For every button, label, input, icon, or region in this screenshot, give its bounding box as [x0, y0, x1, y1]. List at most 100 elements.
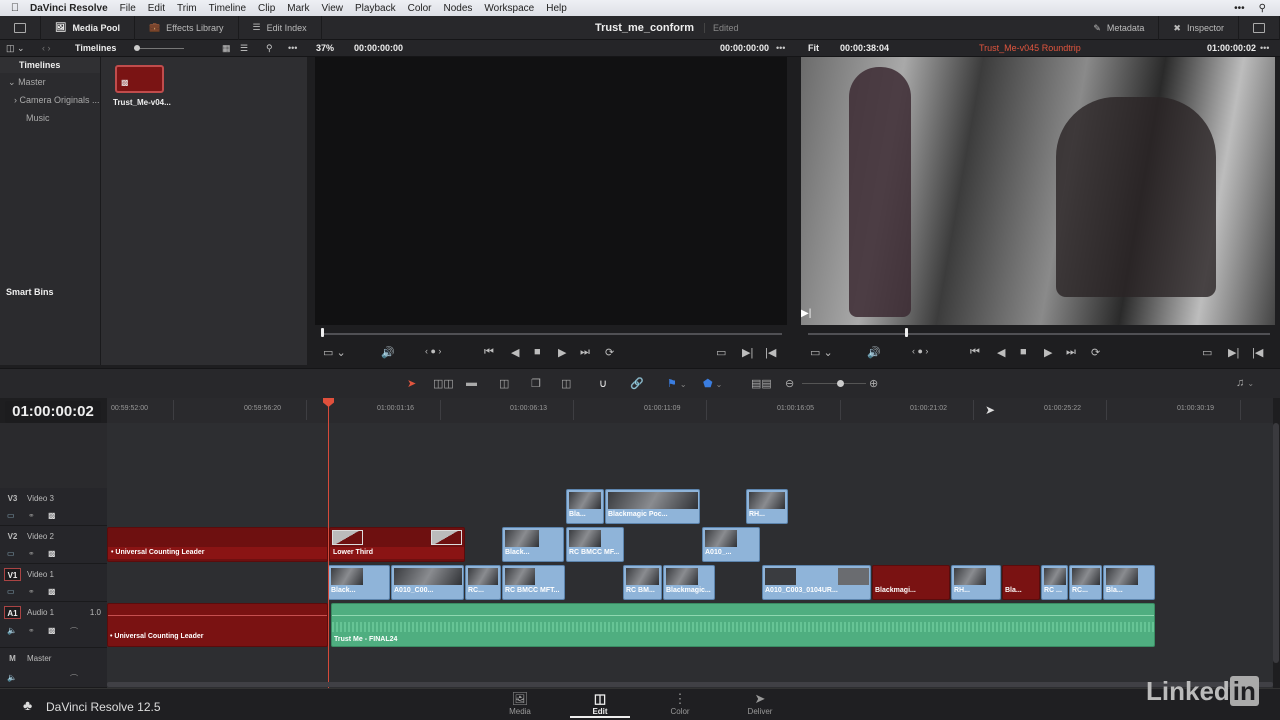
- timeline-clip[interactable]: Blackmagi...: [872, 565, 950, 600]
- search-icon[interactable]: ⚲: [266, 43, 273, 54]
- speaker-icon[interactable]: 🔈: [7, 673, 17, 682]
- track-enable-icon[interactable]: ▭: [7, 511, 15, 520]
- marker-icon[interactable]: ⬟ ⌄: [703, 377, 722, 390]
- lock-icon[interactable]: ⚭: [28, 587, 35, 596]
- more-icon[interactable]: •••: [288, 43, 297, 53]
- trim-tool-icon[interactable]: ◫◫: [433, 377, 454, 390]
- source-zoom[interactable]: 37%: [316, 43, 334, 53]
- track-header-a1[interactable]: A1 Audio 1 1.0 🔈 ⚭ ▩ ⌒: [0, 602, 107, 648]
- timeline-clip[interactable]: RC ...: [1041, 565, 1068, 600]
- page-media[interactable]: 🖼 Media: [490, 691, 550, 716]
- menu-edit[interactable]: Edit: [148, 3, 165, 14]
- menu-clip[interactable]: Clip: [258, 3, 275, 14]
- timeline-clip[interactable]: Bla...: [566, 489, 604, 524]
- grid-view-icon[interactable]: ▦: [222, 43, 231, 54]
- menu-trim[interactable]: Trim: [177, 3, 197, 14]
- timeline-zoom-handle[interactable]: [837, 380, 844, 387]
- skip-forward-icon[interactable]: ⏭: [1066, 346, 1076, 359]
- menu-view[interactable]: View: [322, 3, 344, 14]
- timeline-clip[interactable]: Lower Third: [329, 527, 465, 562]
- mark-out-icon[interactable]: |◀: [1252, 346, 1263, 359]
- menu-file[interactable]: File: [120, 3, 136, 14]
- timeline-clip[interactable]: RH...: [951, 565, 1001, 600]
- audio-clip[interactable]: • Universal Counting Leader: [107, 603, 328, 647]
- timeline-viewer[interactable]: ▶|: [801, 57, 1275, 325]
- track-enable-icon[interactable]: ▭: [7, 587, 15, 596]
- timeline-clip[interactable]: • Universal Counting Leader: [107, 527, 328, 562]
- audio-volume-icon[interactable]: 🔊: [867, 346, 881, 359]
- timeline-clip-thumbnail[interactable]: ▩: [115, 65, 164, 93]
- track-header-v1[interactable]: V1 Video 1 ▭ ⚭ ▩: [0, 564, 107, 602]
- loop-icon[interactable]: ⟳: [605, 346, 614, 359]
- match-frame-icon[interactable]: ▭: [716, 346, 726, 359]
- speaker-icon[interactable]: 🔈: [7, 626, 17, 635]
- audio-volume-icon[interactable]: 🔊: [381, 346, 395, 359]
- viewer-mode-icon[interactable]: ▭ ⌄: [323, 346, 346, 359]
- menu-playback[interactable]: Playback: [355, 3, 396, 14]
- spotlight-search-icon[interactable]: ⚲: [1259, 3, 1266, 14]
- track-id[interactable]: V2: [4, 530, 21, 543]
- track-header-master[interactable]: M Master 🔈 ⌒: [0, 648, 107, 688]
- edit-index-button[interactable]: ☰ Edit Index: [239, 15, 322, 40]
- auto-select-icon[interactable]: ▩: [48, 587, 56, 596]
- source-scrub-bar[interactable]: [322, 333, 782, 335]
- mark-in-icon[interactable]: ▶|: [742, 346, 753, 359]
- track-enable-icon[interactable]: ▭: [7, 549, 15, 558]
- timeline-clip[interactable]: Blackmagic Poc...: [605, 489, 700, 524]
- track-id[interactable]: V1: [4, 568, 21, 581]
- more-icon[interactable]: •••: [776, 43, 785, 53]
- mark-out-icon[interactable]: |◀: [765, 346, 776, 359]
- reverse-play-icon[interactable]: ◀: [997, 346, 1005, 359]
- timeline-clip[interactable]: RH...: [746, 489, 788, 524]
- track-id[interactable]: V3: [4, 492, 21, 505]
- lock-icon[interactable]: ⚭: [28, 549, 35, 558]
- playhead-line[interactable]: [328, 398, 329, 688]
- timeline-clip[interactable]: RC BMCC MFT...: [502, 565, 565, 600]
- panel-toggle-button[interactable]: [0, 15, 41, 40]
- auto-select-icon[interactable]: ▩: [48, 549, 56, 558]
- more-icon[interactable]: •••: [1260, 43, 1269, 53]
- insert-clip-icon[interactable]: ◫: [499, 377, 509, 390]
- track-header-v3[interactable]: V3 Video 3 ▭ ⚭ ▩: [0, 488, 107, 526]
- apple-icon[interactable]: : [0, 2, 30, 14]
- timeline-clip-label[interactable]: Trust_Me-v04...: [113, 98, 171, 107]
- thumbnail-size-slider[interactable]: [134, 48, 184, 49]
- track-id[interactable]: M: [4, 652, 21, 665]
- blade-tool-icon[interactable]: ▬: [466, 377, 477, 389]
- timeline-clip[interactable]: Bla...: [1103, 565, 1155, 600]
- timeline-clip[interactable]: RC BM...: [623, 565, 662, 600]
- panel-toggle-right-button[interactable]: [1239, 16, 1280, 40]
- bin-header[interactable]: Timelines: [0, 57, 100, 73]
- nav-back-forward-icon[interactable]: ‹ ›: [42, 43, 51, 53]
- menu-color[interactable]: Color: [408, 3, 432, 14]
- stop-icon[interactable]: ■: [534, 346, 541, 358]
- track-id[interactable]: A1: [4, 606, 21, 619]
- timeline-playhead-handle[interactable]: [905, 328, 908, 337]
- timeline-clip[interactable]: Bla...: [1002, 565, 1040, 600]
- flag-icon[interactable]: ⚑ ⌄: [667, 377, 687, 390]
- page-edit[interactable]: ◫ Edit: [570, 691, 630, 718]
- overwrite-clip-icon[interactable]: ❐: [531, 377, 541, 390]
- replace-clip-icon[interactable]: ◫: [561, 377, 571, 390]
- timeline-clip[interactable]: RC...: [465, 565, 501, 600]
- skip-back-icon[interactable]: ⏮: [484, 346, 494, 359]
- snapping-icon[interactable]: ∪: [599, 377, 607, 390]
- effects-library-button[interactable]: 💼 Effects Library: [135, 15, 239, 40]
- timeline-ruler[interactable]: 00:59:52:00 00:59:56:20 01:00:01:16 01:0…: [107, 398, 1273, 423]
- lock-icon[interactable]: ⚭: [28, 511, 35, 520]
- skip-forward-icon[interactable]: ⏭: [580, 346, 590, 359]
- inspector-button[interactable]: ✖ Inspector: [1159, 16, 1239, 40]
- timeline-name-dropdown[interactable]: Trust_Me-v045 Roundtrip: [979, 43, 1081, 53]
- viewer-mode-icon[interactable]: ▭ ⌄: [810, 346, 833, 359]
- bin-master[interactable]: ⌄ Master: [0, 73, 100, 91]
- timeline-clip[interactable]: RC BMCC MF...: [566, 527, 624, 562]
- menu-nodes[interactable]: Nodes: [444, 3, 473, 14]
- timeline-clip[interactable]: Blackmagic...: [663, 565, 715, 600]
- bin-music[interactable]: Music: [0, 109, 100, 127]
- jog-control[interactable]: ‹ ● ›: [425, 346, 441, 356]
- zoom-in-icon[interactable]: ⊕: [869, 377, 878, 390]
- timeline-clip[interactable]: Black...: [502, 527, 564, 562]
- timeline-clip[interactable]: A010_C003_0104UR...: [762, 565, 871, 600]
- timeline-vertical-scrollbar[interactable]: [1273, 423, 1279, 663]
- page-color[interactable]: ⋮ Color: [650, 691, 710, 716]
